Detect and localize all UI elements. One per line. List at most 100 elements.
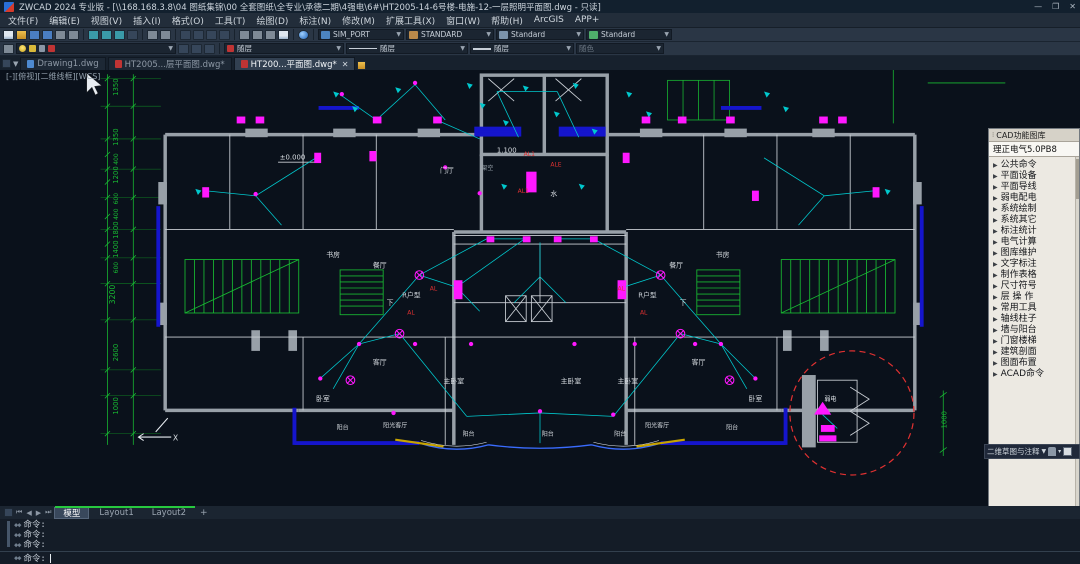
drawing-canvas[interactable]: [-][俯视][二维线框][WCS] 1350 1350 400 1200 60… <box>0 70 1080 506</box>
undo-icon[interactable] <box>147 29 158 40</box>
lib-item-system-other[interactable]: ▶ 系统其它 <box>991 215 1079 226</box>
menu-express[interactable]: 扩展工具(X) <box>386 14 435 27</box>
table-style-combo[interactable]: Standard ▼ <box>496 29 584 40</box>
open-file-icon[interactable] <box>16 29 27 40</box>
match-properties-icon[interactable] <box>127 29 138 40</box>
lineweight-control-combo[interactable]: 随层 ▼ <box>470 43 574 54</box>
lib-item-low-voltage[interactable]: ▶ 弱电配电 <box>991 193 1079 204</box>
command-scrollbar[interactable] <box>7 521 10 547</box>
doc-tab-active[interactable]: HT200...平面图.dwg* ✕ <box>233 57 356 70</box>
new-file-icon[interactable] <box>3 29 14 40</box>
chevron-down-icon[interactable]: ▼ <box>1042 448 1047 455</box>
menu-edit[interactable]: 编辑(E) <box>49 14 80 27</box>
tab-close-icon[interactable]: ✕ <box>342 60 349 69</box>
mleader-style-combo[interactable]: Standard ▼ <box>586 29 672 40</box>
color-control-combo[interactable]: 随层 ▼ <box>224 43 344 54</box>
copy-icon[interactable] <box>101 29 112 40</box>
model-tab[interactable]: 模型 <box>54 506 90 519</box>
menu-help[interactable]: 帮助(H) <box>491 14 523 27</box>
workspace-label[interactable]: 二维草图与注释 <box>987 446 1040 457</box>
redo-icon[interactable] <box>160 29 171 40</box>
maximize-button[interactable]: ❐ <box>1052 2 1059 11</box>
plot-preview-icon[interactable] <box>68 29 79 40</box>
library-product-name[interactable]: 理正电气5.0PB8 <box>989 142 1079 157</box>
menu-modify[interactable]: 修改(M) <box>342 14 375 27</box>
lib-item-axis-columns[interactable]: ▶ 轴线柱子 <box>991 314 1079 325</box>
save-icon[interactable] <box>29 29 40 40</box>
lib-item-building-section[interactable]: ▶ 建筑剖面 <box>991 347 1079 358</box>
clean-screen-icon[interactable] <box>1063 447 1073 456</box>
pan-icon[interactable] <box>180 29 191 40</box>
menu-file[interactable]: 文件(F) <box>8 14 38 27</box>
first-layout-icon[interactable]: ⏮ <box>15 508 23 517</box>
lib-item-make-table[interactable]: ▶ 制作表格 <box>991 270 1079 281</box>
layer-combo[interactable]: ▼ <box>16 43 176 54</box>
library-panel-title-bar[interactable]: ⁞ CAD功能图库 <box>989 129 1079 142</box>
quick-view-icon[interactable] <box>4 508 13 517</box>
zoom-previous-icon[interactable] <box>219 29 230 40</box>
new-tab-icon[interactable] <box>357 61 367 70</box>
layout2-tab[interactable]: Layout2 <box>144 507 194 519</box>
plot-icon[interactable] <box>55 29 66 40</box>
menu-draw[interactable]: 绘图(D) <box>256 14 288 27</box>
close-button[interactable]: ✕ <box>1069 2 1076 11</box>
cut-icon[interactable] <box>88 29 99 40</box>
menu-tools[interactable]: 工具(T) <box>215 14 246 27</box>
next-layout-icon[interactable]: ▶ <box>35 509 42 517</box>
menu-window[interactable]: 窗口(W) <box>446 14 480 27</box>
lib-item-electrical-calc[interactable]: ▶ 电气计算 <box>991 237 1079 248</box>
doc-tab-ht2005[interactable]: HT2005...层平面图.dwg* <box>107 57 232 70</box>
sheet-set-icon[interactable] <box>278 29 289 40</box>
last-layout-icon[interactable]: ⏭ <box>44 508 52 517</box>
add-layout-icon[interactable]: + <box>196 508 212 518</box>
design-center-icon[interactable] <box>252 29 263 40</box>
menu-dimension[interactable]: 标注(N) <box>299 14 331 27</box>
doc-tab-drawing1[interactable]: Drawing1.dwg <box>20 57 106 70</box>
layer-properties-icon[interactable] <box>3 43 14 54</box>
lib-item-annotation-stats[interactable]: ▶ 标注统计 <box>991 226 1079 237</box>
lib-item-common-tools[interactable]: ▶ 常用工具 <box>991 303 1079 314</box>
lib-item-plan-wires[interactable]: ▶ 平面导线 <box>991 182 1079 193</box>
text-style-combo[interactable]: SIM_PORT ▼ <box>318 29 404 40</box>
lock-icon[interactable] <box>1048 447 1057 456</box>
lib-item-system-drawing[interactable]: ▶ 系统绘制 <box>991 204 1079 215</box>
lib-item-text-annotation[interactable]: ▶ 文字标注 <box>991 259 1079 270</box>
zoom-realtime-icon[interactable] <box>193 29 204 40</box>
menu-arcgis[interactable]: ArcGIS <box>534 15 564 25</box>
lib-item-plan-equipment[interactable]: ▶ 平面设备 <box>991 171 1079 182</box>
layer-states-icon[interactable] <box>204 43 215 54</box>
lib-item-doors-stairs[interactable]: ▶ 门窗楼梯 <box>991 336 1079 347</box>
layers-properties-toolbar: ▼ 随层 ▼ 随层 ▼ 随层 ▼ 随色 ▼ <box>0 42 1080 56</box>
linetype-control-combo[interactable]: 随层 ▼ <box>346 43 468 54</box>
menu-insert[interactable]: 插入(I) <box>133 14 161 27</box>
command-input[interactable]: ◆◆ 命令: <box>0 551 1080 564</box>
tab-menu-arrow-icon[interactable]: ▼ <box>13 60 18 68</box>
lib-item-sheet-layout[interactable]: ▶ 图面布置 <box>991 358 1079 369</box>
viewport-controls[interactable]: [-][俯视][二维线框][WCS] <box>6 71 100 82</box>
layout1-tab[interactable]: Layout1 <box>91 507 141 519</box>
lib-item-common-commands[interactable]: ▶ 公共命令 <box>991 160 1079 171</box>
lib-item-acad-commands[interactable]: ▶ ACAD命令 <box>991 369 1079 380</box>
toolbox-icon[interactable] <box>265 29 276 40</box>
lib-item-walls-balcony[interactable]: ▶ 墙与阳台 <box>991 325 1079 336</box>
dim-style-combo[interactable]: STANDARD ▼ <box>406 29 494 40</box>
drawing-label: 门厅 <box>440 166 454 175</box>
make-object-layer-current-icon[interactable] <box>178 43 189 54</box>
menu-view[interactable]: 视图(V) <box>91 14 122 27</box>
save-all-icon[interactable] <box>42 29 53 40</box>
properties-palette-icon[interactable] <box>239 29 250 40</box>
render-icon[interactable] <box>298 29 309 40</box>
menu-app-plus[interactable]: APP+ <box>575 15 600 25</box>
chevron-down-icon[interactable]: ▾ <box>1058 448 1061 455</box>
menu-format[interactable]: 格式(O) <box>172 14 204 27</box>
lib-item-layer-operations[interactable]: ▶ 层 操 作 <box>991 292 1079 303</box>
paste-icon[interactable] <box>114 29 125 40</box>
lib-item-dimension-symbols[interactable]: ▶ 尺寸符号 <box>991 281 1079 292</box>
minimize-button[interactable]: — <box>1034 2 1042 11</box>
plot-style-combo[interactable]: 随色 ▼ <box>576 43 664 54</box>
lib-item-library-maintenance[interactable]: ▶ 图库维护 <box>991 248 1079 259</box>
tab-list-icon[interactable] <box>2 59 11 68</box>
zoom-window-icon[interactable] <box>206 29 217 40</box>
layer-previous-icon[interactable] <box>191 43 202 54</box>
prev-layout-icon[interactable]: ◀ <box>25 509 32 517</box>
